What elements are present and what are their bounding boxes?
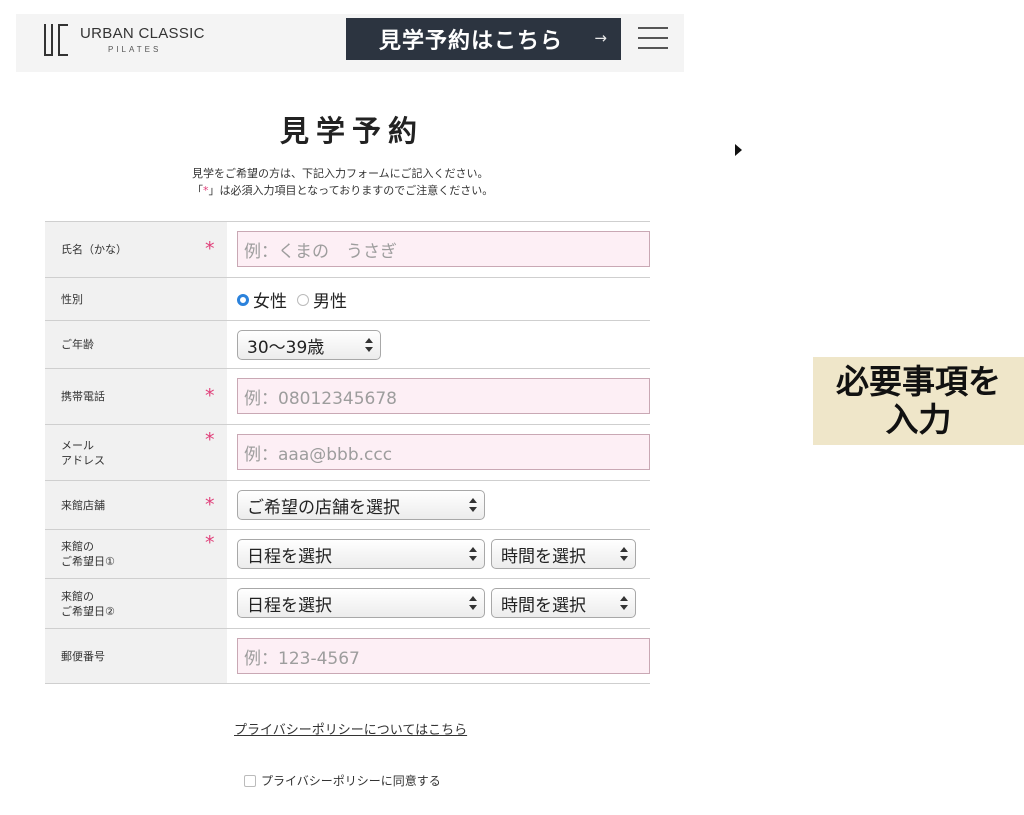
play-icon[interactable] — [735, 144, 742, 156]
form-row-gender: 性別 女性 男性 — [45, 278, 650, 321]
form-intro: 見学をご希望の方は、下記入力フォームにご記入ください。 「*」は必須入力項目とな… — [192, 165, 493, 199]
required-mark: * — [205, 238, 215, 260]
gender-male-label[interactable]: 男性 — [313, 287, 347, 312]
age-select-value: 30〜39歳 — [247, 337, 325, 358]
brand-logo[interactable]: URBAN CLASSIC PILATES — [44, 22, 204, 62]
privacy-policy-link[interactable]: プライバシーポリシーについてはこちら — [234, 719, 467, 738]
logo-subtitle: PILATES — [108, 45, 162, 54]
visit-1-label-line-2: ご希望日① — [61, 555, 115, 568]
visit-2-label-line-1: 来館の — [61, 589, 94, 603]
form-row-phone: 携帯電話 * 例：08012345678 — [45, 369, 650, 425]
field-cell: 例：aaa@bbb.ccc — [227, 425, 650, 480]
store-select[interactable]: ご希望の店舗を選択 — [237, 490, 485, 520]
gender-female-radio[interactable] — [237, 293, 249, 306]
intro-line-2: 「*」は必須入力項目となっておりますのでご注意ください。 — [192, 182, 493, 199]
logo-name: URBAN CLASSIC — [80, 25, 205, 42]
field-label: 郵便番号 — [45, 629, 227, 683]
form-row-postal: 郵便番号 例：123-4567 — [45, 629, 650, 684]
select-arrows-icon — [469, 547, 477, 561]
phone-label: 携帯電話 — [61, 390, 105, 403]
name-label: 氏名（かな） — [61, 243, 127, 256]
field-label: メール アドレス * — [45, 425, 227, 480]
gender-label: 性別 — [61, 292, 83, 306]
field-label: 性別 — [45, 278, 227, 320]
store-label: 来館店舗 — [61, 498, 105, 512]
field-cell: 例：08012345678 — [227, 369, 650, 424]
select-arrows-icon — [469, 596, 477, 610]
field-label: ご年齢 — [45, 321, 227, 368]
visit-1-time-select[interactable]: 時間を選択 — [491, 539, 636, 569]
required-mark: * — [205, 429, 215, 451]
gender-male-radio[interactable] — [297, 293, 309, 306]
privacy-agree-label[interactable]: プライバシーポリシーに同意する — [261, 772, 441, 789]
visit-2-label: 来館の ご希望日② — [61, 589, 115, 619]
store-select-value: ご希望の店舗を選択 — [247, 497, 400, 518]
required-mark: * — [205, 532, 215, 554]
field-cell: 日程を選択 時間を選択 — [227, 579, 650, 628]
field-label: 氏名（かな） * — [45, 222, 227, 277]
visit-reservation-button[interactable]: 見学予約はこちら → — [346, 18, 621, 60]
caption-line-2: 入力 — [885, 400, 952, 439]
form-row-visit-1: 来館の ご希望日① * 日程を選択 時間を選択 — [45, 530, 650, 579]
field-cell: 女性 男性 — [227, 278, 650, 320]
field-label: 携帯電話 * — [45, 369, 227, 424]
intro-bracket: 「 — [192, 184, 203, 197]
required-mark: * — [205, 493, 215, 516]
select-arrows-icon — [620, 547, 628, 561]
gender-radio-group: 女性 男性 — [237, 287, 357, 312]
intro-line-2-text: 」は必須入力項目となっておりますのでご注意ください。 — [208, 184, 494, 197]
field-cell: 日程を選択 時間を選択 — [227, 530, 650, 578]
page-title: 見学予約 — [280, 114, 425, 148]
field-label: 来館の ご希望日② — [45, 579, 227, 628]
privacy-agree-checkbox[interactable] — [244, 774, 256, 787]
visit-2-time-select[interactable]: 時間を選択 — [491, 588, 636, 618]
form-row-age: ご年齢 30〜39歳 — [45, 321, 650, 369]
gender-female-label[interactable]: 女性 — [253, 287, 287, 312]
arrow-right-icon: → — [594, 29, 607, 47]
form-row-name: 氏名（かな） * 例：くまの うさぎ — [45, 222, 650, 278]
reservation-form: 氏名（かな） * 例：くまの うさぎ 性別 女性 男性 ご年齢 30〜39歳 携… — [45, 221, 650, 684]
field-cell: ご希望の店舗を選択 — [227, 481, 650, 529]
postal-label: 郵便番号 — [61, 649, 105, 663]
visit-2-time-value: 時間を選択 — [501, 595, 586, 616]
cta-label: 見学予約はこちら — [379, 29, 564, 54]
form-row-visit-2: 来館の ご希望日② 日程を選択 時間を選択 — [45, 579, 650, 629]
age-select[interactable]: 30〜39歳 — [237, 330, 381, 360]
form-row-store: 来館店舗 * ご希望の店舗を選択 — [45, 481, 650, 530]
field-label: 来館の ご希望日① * — [45, 530, 227, 578]
age-label: ご年齢 — [61, 338, 94, 351]
select-arrows-icon — [469, 498, 477, 512]
intro-line-1: 見学をご希望の方は、下記入力フォームにご記入ください。 — [192, 167, 489, 180]
visit-2-date-value: 日程を選択 — [247, 595, 332, 616]
visit-1-time-value: 時間を選択 — [501, 546, 586, 567]
select-arrows-icon — [620, 596, 628, 610]
name-input[interactable]: 例：くまの うさぎ — [237, 231, 650, 267]
site-header: URBAN CLASSIC PILATES 見学予約はこちら → — [16, 14, 684, 72]
phone-input[interactable]: 例：08012345678 — [237, 378, 650, 414]
email-label: メール アドレス — [61, 438, 105, 468]
field-cell: 例：くまの うさぎ — [227, 222, 650, 277]
email-label-line-1: メール — [61, 438, 94, 452]
visit-2-date-select[interactable]: 日程を選択 — [237, 588, 485, 618]
visit-1-label-line-1: 来館の — [61, 540, 94, 553]
select-arrows-icon — [365, 338, 373, 352]
logo-mark-icon — [44, 24, 70, 56]
form-row-email: メール アドレス * 例：aaa@bbb.ccc — [45, 425, 650, 481]
visit-1-date-value: 日程を選択 — [247, 546, 332, 567]
field-cell: 30〜39歳 — [227, 321, 650, 368]
caption-line-1: 必要事項を — [836, 362, 1001, 401]
required-mark: * — [205, 385, 215, 407]
postal-code-input[interactable]: 例：123-4567 — [237, 638, 650, 674]
caption-overlay: 必要事項を 入力 — [813, 357, 1024, 445]
field-cell: 例：123-4567 — [227, 629, 650, 683]
visit-1-label: 来館の ご希望日① — [61, 539, 115, 569]
email-label-line-2: アドレス — [61, 453, 105, 467]
visit-1-date-select[interactable]: 日程を選択 — [237, 539, 485, 569]
email-input[interactable]: 例：aaa@bbb.ccc — [237, 434, 650, 470]
privacy-agree[interactable]: プライバシーポリシーに同意する — [244, 772, 441, 789]
hamburger-menu-icon[interactable] — [638, 27, 668, 49]
visit-2-label-line-2: ご希望日② — [61, 604, 115, 618]
field-label: 来館店舗 * — [45, 481, 227, 529]
